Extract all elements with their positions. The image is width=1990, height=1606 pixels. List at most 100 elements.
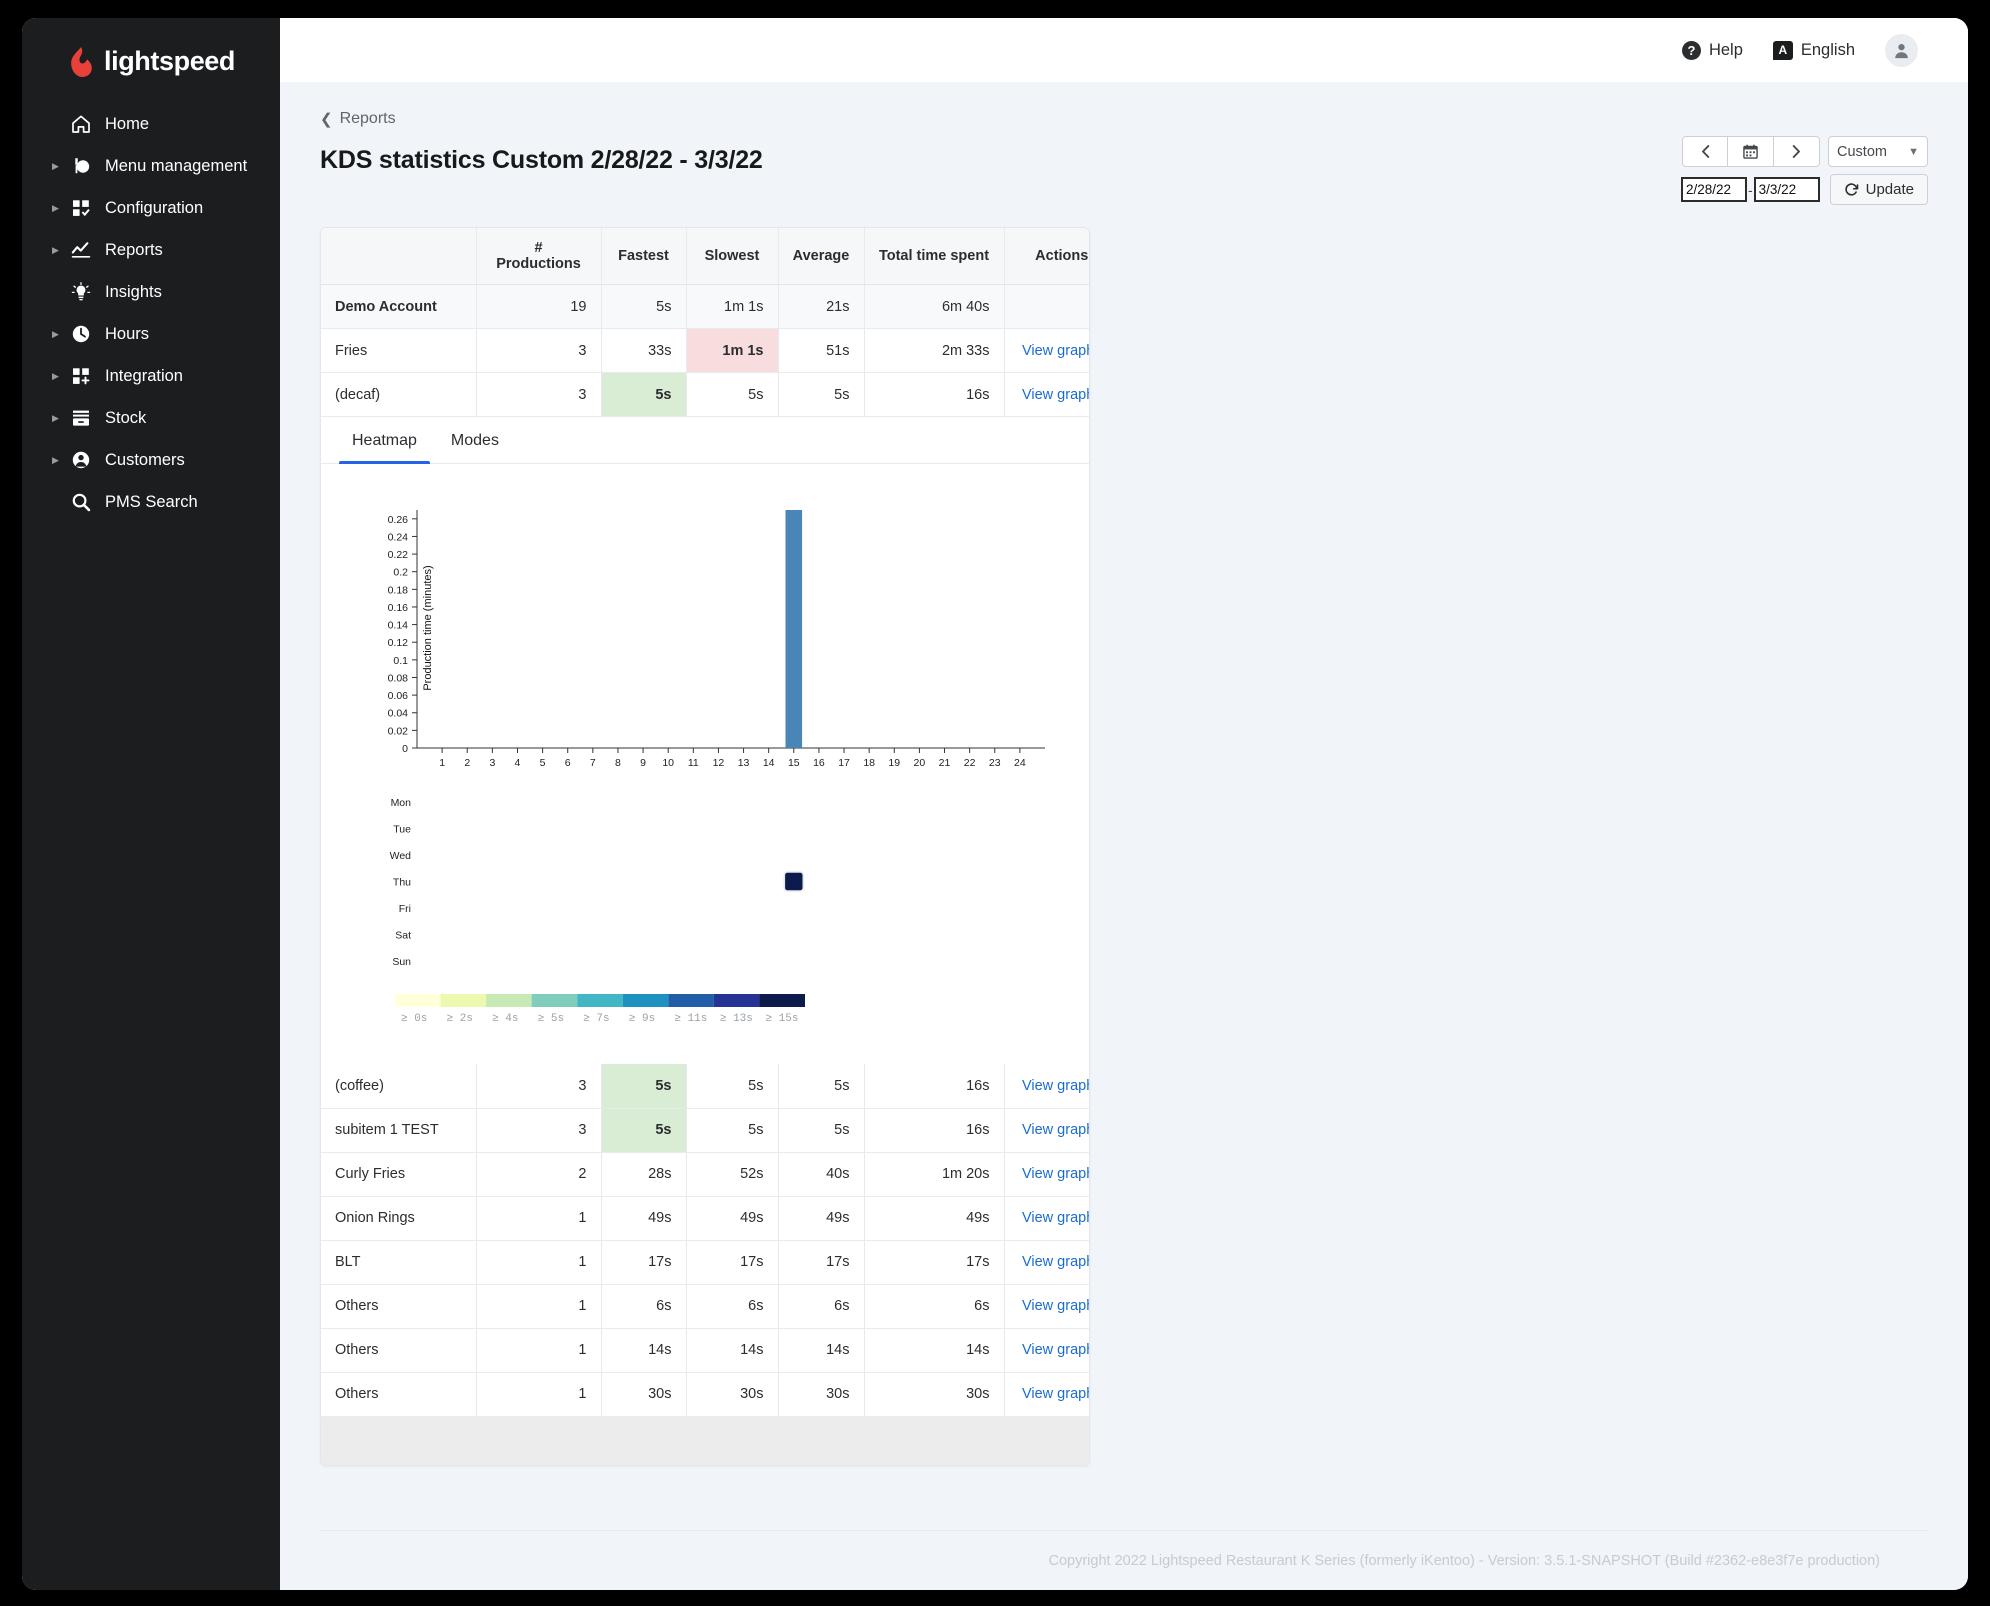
view-graphs-link[interactable]: View graphs [1022,1166,1089,1182]
update-label: Update [1865,181,1914,198]
language-selector[interactable]: A English [1772,40,1855,60]
sidebar-item-reports[interactable]: ▶ Reports [22,229,280,271]
total-time-cell: 2m 33s [864,328,1005,373]
main-region: ? Help A English ❮ Reports KDS statistic… [280,18,1968,1590]
productions-cell: 3 [476,328,602,373]
x-tick-label: 2 [464,757,470,769]
sidebar-item-customers[interactable]: ▶ Customers [22,439,280,481]
heatmap-cell-Thu-15[interactable] [783,871,805,892]
total-time-cell: 30s [864,1372,1005,1417]
fastest-cell: 14s [601,1328,687,1373]
y-tick-label: 0.24 [388,531,409,543]
home-icon [66,114,96,134]
slowest-cell: 5s [686,1108,779,1153]
sidebar: lightspeed Home ▶ Menu management ▶ Configur… [22,18,280,1590]
table-header-row: # Productions Fastest Slowest Average Total … [321,228,1089,285]
slowest-cell: 1m 1s [686,328,779,373]
x-tick-label: 20 [914,757,926,769]
heatmap-row-label: Sat [395,930,411,942]
copyright-text: Copyright 2022 Lightspeed Restaurant K S… [1048,1552,1880,1569]
expand-caret-icon[interactable]: ▶ [52,455,66,465]
expand-caret-icon[interactable]: ▶ [52,371,66,381]
column-header-name [321,228,477,285]
view-graphs-link[interactable]: View graphs [1022,387,1089,403]
table-row: Others130s30s30s30sView graphs [321,1372,1089,1417]
row-name-cell: Others [321,1284,477,1329]
y-tick-label: 0.18 [388,584,409,596]
expand-caret-icon[interactable]: ▶ [52,161,66,171]
average-cell: 5s [778,1064,865,1109]
legend-swatch-3 [531,994,578,1007]
legend-swatch-6 [668,994,714,1007]
start-date-input[interactable] [1680,177,1747,202]
integration-icon [66,366,96,386]
card-footer [321,1416,1089,1465]
view-graphs-link[interactable]: View graphs [1022,1210,1089,1226]
view-graphs-link[interactable]: View graphs [1022,343,1089,359]
row-name-cell: Curly Fries [321,1152,477,1197]
x-tick-label: 14 [763,757,775,769]
date-nav-row: Custom ▼ [1682,136,1928,167]
x-tick-label: 10 [662,757,674,769]
user-avatar-button[interactable] [1885,33,1918,67]
sidebar-item-integration[interactable]: ▶ Integration [22,355,280,397]
help-button[interactable]: ? Help [1681,40,1743,60]
y-tick-label: 0.08 [388,672,409,684]
row-name-cell: Others [321,1328,477,1373]
expand-caret-icon[interactable]: ▶ [52,413,66,423]
stats-table-bottom: (coffee)35s5s5s16sView graphssubitem 1 T… [321,1064,1089,1417]
next-period-button[interactable] [1774,136,1820,167]
tab-modes[interactable]: Modes [438,417,512,463]
column-header-average: Average [778,228,865,285]
update-button[interactable]: Update [1829,174,1928,205]
total-time-cell: 14s [864,1328,1005,1373]
productions-cell: 2 [476,1152,602,1197]
top-bar: ? Help A English [280,18,1968,82]
previous-period-button[interactable] [1682,136,1728,167]
calendar-picker-button[interactable] [1728,136,1774,167]
app-window: lightspeed Home ▶ Menu management ▶ Configur… [22,18,1968,1590]
sidebar-item-label: Configuration [105,198,204,217]
legend-label: ≥ 0s [401,1013,427,1025]
chevron-left-icon: ❮ [320,111,333,128]
sidebar-item-insights[interactable]: Insights [22,271,280,313]
chart-tabs: Heatmap Modes [321,417,1089,464]
average-cell: 40s [778,1152,865,1197]
slowest-cell: 14s [686,1328,779,1373]
actions-cell: View graphs [1004,328,1089,373]
x-tick-label: 11 [688,757,699,769]
sidebar-item-pms-search[interactable]: PMS Search [22,481,280,523]
sidebar-item-hours[interactable]: ▶ Hours [22,313,280,355]
total-time-cell: 49s [864,1196,1005,1241]
fastest-cell: 5s [601,1108,687,1153]
view-graphs-link[interactable]: View graphs [1022,1342,1089,1358]
date-nav-group [1682,136,1820,167]
view-graphs-link[interactable]: View graphs [1022,1254,1089,1270]
sidebar-item-home[interactable]: Home [22,103,280,145]
brand-logo[interactable]: lightspeed [22,28,280,103]
sidebar-item-label: Hours [105,324,150,343]
expand-caret-icon[interactable]: ▶ [52,329,66,339]
tab-heatmap[interactable]: Heatmap [339,417,430,464]
expand-caret-icon[interactable]: ▶ [52,203,66,213]
slowest-cell: 17s [686,1240,779,1285]
view-graphs-link[interactable]: View graphs [1022,1298,1089,1314]
range-preset-select[interactable]: Custom ▼ [1828,136,1928,167]
bar-hour-15[interactable] [785,510,803,748]
end-date-input[interactable] [1753,177,1820,202]
y-axis-title: Production time (minutes) [422,565,434,690]
sidebar-item-stock[interactable]: ▶ Stock [22,397,280,439]
fastest-cell: 30s [601,1372,687,1417]
sidebar-item-label: PMS Search [105,492,198,511]
sidebar-item-configuration[interactable]: ▶ Configuration [22,187,280,229]
breadcrumb[interactable]: ❮ Reports [320,110,1928,128]
stock-icon [66,408,96,428]
x-tick-label: 16 [813,757,825,769]
view-graphs-link[interactable]: View graphs [1022,1386,1089,1402]
view-graphs-link[interactable]: View graphs [1022,1122,1089,1138]
legend-label: ≥ 7s [583,1013,609,1025]
average-cell: 17s [778,1240,865,1285]
view-graphs-link[interactable]: View graphs [1022,1078,1089,1094]
expand-caret-icon[interactable]: ▶ [52,245,66,255]
sidebar-item-menu-management[interactable]: ▶ Menu management [22,145,280,187]
